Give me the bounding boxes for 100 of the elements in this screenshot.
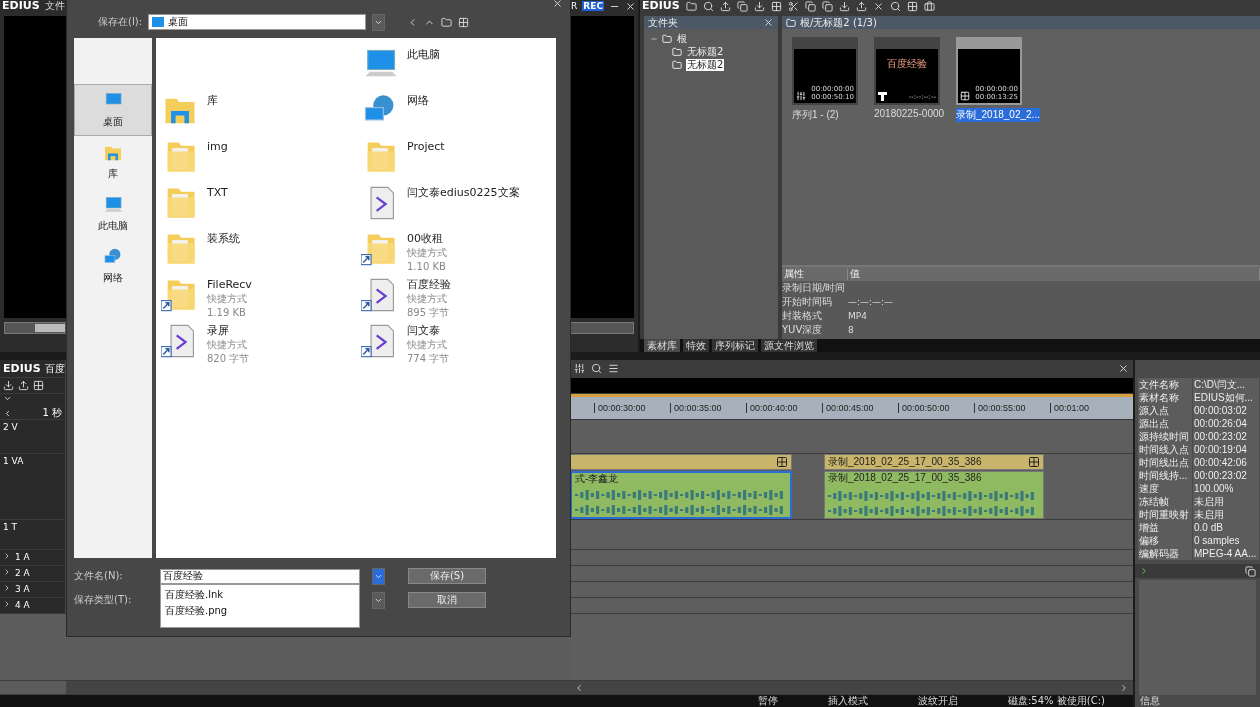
toolbar-icon[interactable] bbox=[889, 0, 901, 12]
file-name[interactable]: Project bbox=[407, 140, 445, 154]
file-name[interactable]: 网络 bbox=[407, 94, 429, 108]
toolbar-icon[interactable] bbox=[736, 0, 748, 12]
collapse-icon[interactable] bbox=[3, 394, 12, 403]
close-icon[interactable] bbox=[625, 0, 636, 12]
toolbar-icon[interactable] bbox=[838, 0, 850, 12]
file-name[interactable]: 00收租 bbox=[407, 232, 447, 246]
toolbar-icon[interactable] bbox=[787, 0, 799, 12]
place-item[interactable]: 网络 bbox=[74, 240, 152, 292]
scale-label[interactable]: 1 秒 bbox=[42, 407, 62, 419]
toolbar-icon[interactable] bbox=[855, 0, 867, 12]
property-value: 8 bbox=[848, 324, 855, 336]
clip-thumbnail-icon bbox=[776, 456, 788, 468]
sequence-icon bbox=[796, 91, 806, 101]
panel-tab[interactable]: 特效 bbox=[683, 339, 709, 352]
time-ruler[interactable]: 00:00:30:00 00:00:35:00 00:00:40:00 00:00:45:00 00:00:50:00 00:00:55:00 00:01:00 bbox=[570, 394, 1133, 419]
app-name: EDIUS bbox=[2, 0, 40, 12]
scrollbar-thumb[interactable] bbox=[35, 324, 65, 332]
file-name[interactable]: img bbox=[207, 140, 228, 154]
property-value: —:—:—:— bbox=[848, 296, 895, 308]
audio-clip[interactable]: 式-李鑫龙 bbox=[570, 471, 792, 519]
sequence-name[interactable]: 百度 bbox=[44, 362, 65, 375]
toolbar-icon[interactable] bbox=[923, 0, 935, 12]
menu-item[interactable]: 文件 bbox=[44, 0, 65, 12]
panel-tab[interactable]: 序列标记 bbox=[712, 339, 758, 352]
toolbar-icon[interactable] bbox=[685, 0, 697, 12]
file-name[interactable]: FileRecv bbox=[207, 278, 252, 292]
file-type: 快捷方式 bbox=[407, 246, 447, 260]
file-size: 895 字节 bbox=[407, 306, 451, 320]
clip-name[interactable]: 录制_2018_02_2... bbox=[956, 108, 1040, 122]
folder-tree-item[interactable]: 无标题2 bbox=[686, 59, 725, 71]
file-name[interactable]: 库 bbox=[207, 94, 218, 108]
scroll-left-icon[interactable] bbox=[574, 682, 584, 693]
cancel-button[interactable]: 取消 bbox=[408, 592, 486, 608]
info-label: 增益 bbox=[1138, 521, 1192, 534]
info-label: 源持续时间 bbox=[1138, 430, 1192, 443]
info-value: C:\D\闫文... bbox=[1193, 378, 1259, 391]
track-label: 2 A bbox=[15, 568, 30, 579]
delete-icon[interactable] bbox=[872, 0, 884, 12]
toolbar-icon[interactable] bbox=[719, 0, 731, 12]
suggestion-item[interactable]: 百度经验.png bbox=[165, 603, 355, 619]
save-button[interactable]: 保存(S) bbox=[408, 568, 486, 584]
title-icon bbox=[878, 92, 887, 101]
toolbar-icon[interactable] bbox=[702, 0, 714, 12]
panel-tab[interactable]: 信息 bbox=[1135, 695, 1260, 707]
toolbar-icon[interactable] bbox=[753, 0, 765, 12]
new-folder-icon[interactable] bbox=[441, 16, 453, 28]
clip-name[interactable]: 20180225-0000 bbox=[874, 108, 945, 119]
layout-menu-icon[interactable] bbox=[608, 363, 619, 374]
scale-left-icon[interactable] bbox=[3, 408, 12, 418]
file-size: 1.19 KB bbox=[207, 306, 247, 320]
close-icon[interactable] bbox=[1118, 363, 1129, 374]
folder-icon bbox=[662, 34, 672, 44]
property-name: 开始时间码 bbox=[782, 296, 833, 308]
audio-clip[interactable]: 录制_2018_02_25_17_00_35_386 bbox=[824, 471, 1044, 519]
place-item[interactable]: 库 bbox=[74, 136, 152, 188]
info-label: 冻结帧 bbox=[1138, 495, 1192, 508]
file-name[interactable]: 闫文泰 bbox=[407, 324, 450, 338]
place-item[interactable]: 此电脑 bbox=[74, 188, 152, 240]
video-clip[interactable] bbox=[570, 454, 792, 470]
folder-icon bbox=[672, 60, 682, 70]
clip-name: 式-李鑫龙 bbox=[575, 473, 619, 485]
toolbar-icon[interactable] bbox=[906, 0, 918, 12]
desktop-icon bbox=[152, 17, 165, 27]
video-clip[interactable]: 录制_2018_02_25_17_00_35_386 bbox=[824, 454, 1044, 470]
dropdown-button[interactable] bbox=[372, 567, 385, 585]
track-label: 1 T bbox=[3, 522, 18, 533]
status-text: 波纹开启 bbox=[918, 695, 958, 707]
scroll-right-icon[interactable] bbox=[1119, 682, 1129, 693]
toolbar-icon[interactable] bbox=[821, 0, 833, 12]
file-name[interactable]: 此电脑 bbox=[407, 48, 440, 62]
view-menu-icon[interactable] bbox=[458, 16, 470, 28]
clip-name[interactable]: 序列1 - (2) bbox=[792, 108, 839, 122]
info-label: 时间线持... bbox=[1138, 469, 1192, 482]
location-dropdown[interactable]: 桌面 bbox=[148, 14, 367, 30]
folder-tree-item[interactable]: 根 bbox=[676, 33, 688, 45]
toolbar-icon[interactable] bbox=[804, 0, 816, 12]
file-name[interactable]: 闫文泰edius0225文案 bbox=[407, 186, 520, 200]
scrollbar[interactable] bbox=[66, 681, 570, 694]
suggestion-item[interactable]: 百度经验.lnk bbox=[165, 587, 355, 603]
close-icon[interactable] bbox=[552, 0, 563, 9]
scrollbar[interactable] bbox=[570, 681, 1133, 694]
info-label: 时间线入点 bbox=[1138, 443, 1192, 456]
panel-tab[interactable]: 源文件浏览 bbox=[761, 339, 817, 352]
close-icon[interactable] bbox=[763, 17, 774, 28]
mixer-icon[interactable] bbox=[574, 363, 585, 374]
file-name[interactable]: 录屏 bbox=[207, 324, 250, 338]
file-type: 快捷方式 bbox=[207, 292, 248, 306]
file-name-field[interactable]: 百度经验 bbox=[160, 568, 360, 584]
file-name[interactable]: 百度经验 bbox=[407, 278, 451, 292]
file-name[interactable]: 装系统 bbox=[207, 232, 240, 246]
folder-icon bbox=[672, 47, 682, 57]
file-size: 820 字节 bbox=[207, 352, 250, 366]
folder-tree-item[interactable]: 无标题2 bbox=[686, 46, 725, 58]
place-item[interactable]: 桌面 bbox=[74, 84, 152, 136]
file-name[interactable]: TXT bbox=[207, 186, 228, 200]
toolbar-icon[interactable] bbox=[770, 0, 782, 12]
panel-tab[interactable]: 素材库 bbox=[644, 339, 680, 352]
dropdown-button[interactable] bbox=[372, 591, 385, 609]
